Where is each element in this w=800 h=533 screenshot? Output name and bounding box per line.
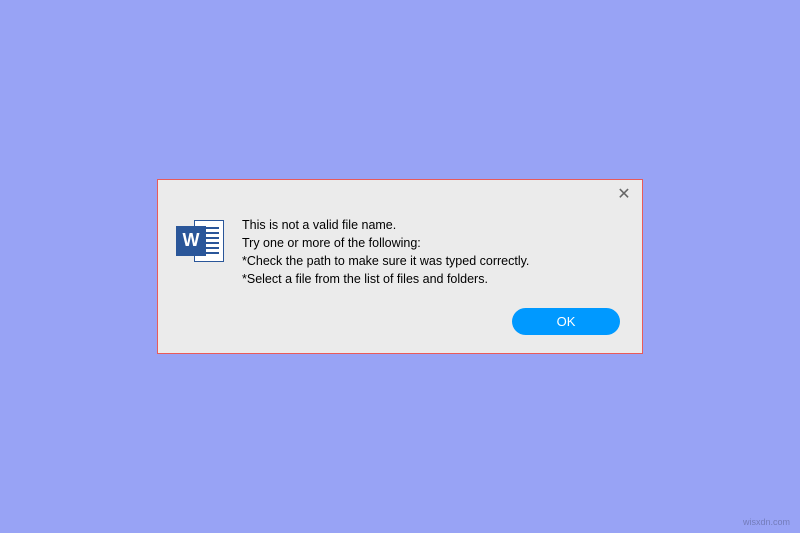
dialog-titlebar: ✕ [158,180,642,208]
ok-button[interactable]: OK [512,308,620,335]
message-line: This is not a valid file name. [242,216,624,234]
app-icon-wrap: W [176,216,224,289]
dialog-buttons: OK [158,300,642,353]
message-line: *Check the path to make sure it was type… [242,252,624,270]
error-message: This is not a valid file name. Try one o… [242,216,624,289]
message-line: Try one or more of the following: [242,234,624,252]
dialog-content: W This is not a valid file name. Try one… [158,208,642,301]
error-dialog: ✕ W This is not a valid file name. Try o… [157,179,643,355]
word-badge: W [176,226,206,256]
message-line: *Select a file from the list of files an… [242,270,624,288]
word-icon: W [176,218,224,266]
close-button[interactable]: ✕ [612,183,636,205]
watermark: wisxdn.com [743,517,790,527]
close-icon: ✕ [617,184,630,204]
